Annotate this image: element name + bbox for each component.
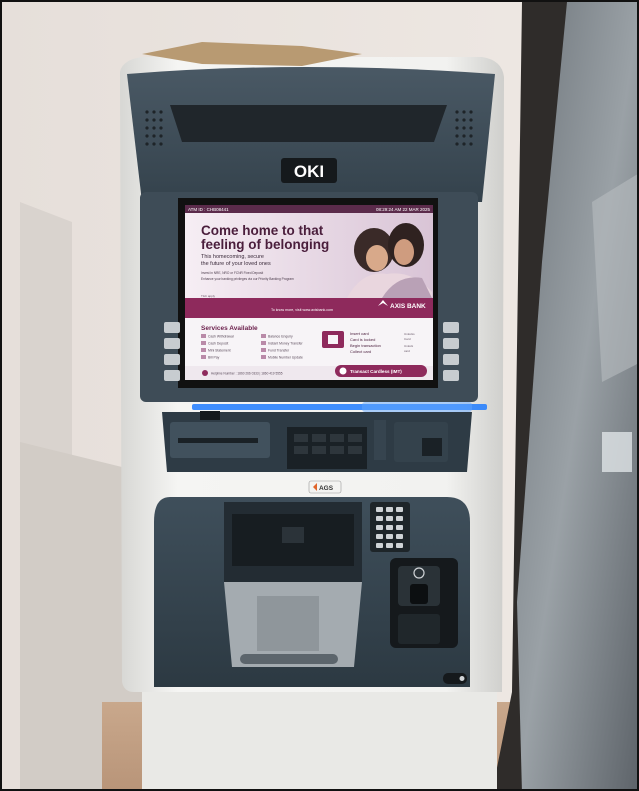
- service-icon: [261, 355, 266, 359]
- cardless-icon: [339, 367, 347, 375]
- pin-key[interactable]: [386, 543, 393, 548]
- service-item: Balance Enquiry: [268, 335, 293, 339]
- atm-photo: OKI ATM ID : CHB08441 08:29:24 AM 22 MAR…: [0, 0, 639, 791]
- pin-key[interactable]: [386, 525, 393, 530]
- pin-key[interactable]: [396, 516, 403, 521]
- pin-key[interactable]: [396, 525, 403, 530]
- card-step-note: card: [404, 349, 410, 353]
- ags-logo-text: AGS: [319, 485, 334, 492]
- services-title: Services Available: [201, 325, 258, 332]
- pin-key[interactable]: [376, 507, 383, 512]
- fdk-left-2[interactable]: [164, 338, 180, 349]
- atm-id-text: ATM ID : CHB08441: [188, 207, 229, 212]
- biometric-lower: [398, 614, 440, 644]
- led-glow: [362, 402, 472, 412]
- card-step: Begin transaction: [350, 343, 381, 348]
- card-slot[interactable]: [422, 438, 442, 456]
- service-icon: [201, 341, 206, 345]
- receipt-slot[interactable]: [178, 438, 258, 443]
- card-step: Card is locked: [350, 337, 375, 342]
- sticker-on-glass: [602, 432, 632, 472]
- service-item: Mobile Number Update: [268, 356, 303, 360]
- card-slot-icon: [328, 335, 338, 344]
- service-item: Mini Statement: [208, 349, 231, 353]
- service-icon: [261, 334, 266, 338]
- ad-subline-1: This homecoming, secure: [201, 254, 264, 260]
- pin-key[interactable]: [386, 534, 393, 539]
- service-icon: [201, 355, 206, 359]
- atm-screen: ATM ID : CHB08441 08:29:24 AM 22 MAR 202…: [185, 205, 433, 380]
- service-icon: [201, 348, 206, 352]
- fingerprint-sensor[interactable]: [410, 584, 428, 604]
- fdk-right-4[interactable]: [443, 370, 459, 381]
- ad-subline-2: the future of your loved ones: [201, 261, 271, 267]
- service-item: Fund Transfer: [268, 349, 290, 353]
- service-icon: [261, 341, 266, 345]
- pin-key[interactable]: [396, 543, 403, 548]
- service-icon: [261, 348, 266, 352]
- atm-datetime-text: 08:29:24 AM 22 MAR 2025: [376, 207, 431, 212]
- sensor: [200, 411, 220, 420]
- fdk-left-4[interactable]: [164, 370, 180, 381]
- axis-bank-name: AXIS BANK: [390, 303, 426, 310]
- pin-key[interactable]: [376, 543, 383, 548]
- ad-footer-link: To know more, visit www.axisbank.com: [271, 308, 333, 312]
- tray-handle: [240, 654, 338, 664]
- card-step-note: Card: [404, 337, 411, 341]
- fdk-right-1[interactable]: [443, 322, 459, 333]
- ad-bullet-2: Enhance your banking privileges via our …: [201, 277, 294, 281]
- pin-key[interactable]: [386, 516, 393, 521]
- service-icon: [201, 334, 206, 338]
- atm-pedestal: [142, 692, 497, 789]
- ad-bullet-1: Invest in NRE, NRO or FCNR Fixed Deposit: [201, 271, 263, 275]
- card-step: Insert card: [350, 331, 369, 336]
- pin-key[interactable]: [376, 516, 383, 521]
- card-reader-bezel: [374, 420, 386, 460]
- service-item: Cash Withdrawal: [208, 335, 234, 339]
- headphone-icon: [459, 676, 465, 681]
- pin-key[interactable]: [376, 525, 383, 530]
- service-item: Instant Money Transfer: [268, 342, 304, 346]
- pin-key[interactable]: [376, 534, 383, 539]
- ad-headline-line2: feeling of belonging: [201, 237, 329, 252]
- card-step: Collect card: [350, 349, 371, 354]
- fdk-right-2[interactable]: [443, 338, 459, 349]
- cash-tray-inset: [257, 596, 319, 651]
- card-step-note: Unlock: [404, 344, 414, 348]
- card-step-note: Unlocks: [404, 332, 415, 336]
- pin-key[interactable]: [396, 507, 403, 512]
- phone-icon: [202, 370, 208, 376]
- camera-window: [170, 105, 447, 142]
- shutter-lens: [282, 527, 304, 543]
- fdk-right-3[interactable]: [443, 354, 459, 365]
- service-item: Cash Deposit: [208, 342, 228, 346]
- atm-scene: OKI ATM ID : CHB08441 08:29:24 AM 22 MAR…: [2, 2, 637, 789]
- service-item: Bill Pay: [208, 356, 220, 360]
- pin-key[interactable]: [396, 534, 403, 539]
- helpline-text: Helpline Number : 1860 266 0333 | 1860 4…: [211, 372, 283, 376]
- ad-headline-line1: Come home to that: [201, 223, 324, 238]
- pin-key[interactable]: [386, 507, 393, 512]
- ad-tc-text: T&C apply: [201, 294, 216, 298]
- fdk-left-3[interactable]: [164, 354, 180, 365]
- oki-logo-text: OKI: [294, 162, 324, 181]
- transact-cardless-label: Transact Cardless (IMT): [350, 369, 402, 374]
- fdk-left-1[interactable]: [164, 322, 180, 333]
